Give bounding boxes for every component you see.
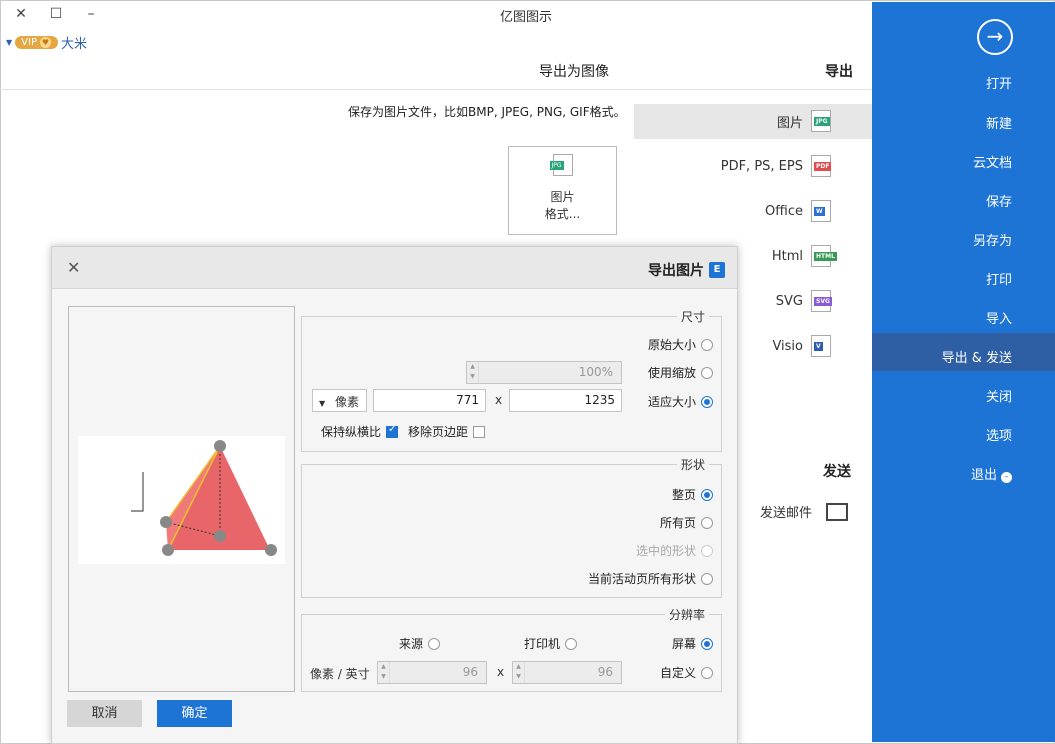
size-fit-option[interactable]: 适应大小 bbox=[648, 393, 713, 410]
dialog-title: E 导出图片 bbox=[648, 260, 725, 280]
maximize-window-icon[interactable]: ☐ bbox=[46, 4, 66, 24]
export-preview bbox=[68, 306, 295, 692]
sidebar-item-new[interactable]: 新建 bbox=[986, 113, 1012, 132]
export-heading: 导出 bbox=[825, 64, 853, 80]
keep-ratio-option[interactable]: 保持纵横比 bbox=[321, 423, 398, 440]
radio-source[interactable] bbox=[428, 637, 440, 650]
export-description: 保存为图片文件，比如BMP, JPEG, PNG, GIF格式。 bbox=[348, 105, 626, 119]
backstage-sidebar: → 打开 新建 云文档 保存 另存为 打印 导入 导出 & 发送 关闭 选项 退… bbox=[872, 2, 1055, 742]
radio-all-pages[interactable] bbox=[701, 516, 713, 529]
dropdown-icon[interactable]: ▼ bbox=[6, 38, 12, 47]
radio-zoom[interactable] bbox=[701, 366, 713, 379]
sidebar-item-print[interactable]: 打印 bbox=[986, 269, 1012, 288]
sidebar-item-export-send[interactable]: 导出 & 发送 bbox=[942, 347, 1012, 366]
dpi-unit-label: 像素 / 英寸 bbox=[310, 667, 370, 681]
keep-ratio-checkbox[interactable] bbox=[386, 424, 398, 438]
jpg-file-icon: JPG bbox=[811, 110, 831, 132]
html-file-icon: HTML bbox=[811, 245, 837, 267]
sidebar-item-options[interactable]: 选项 bbox=[986, 425, 1012, 444]
sidebar-item-save-as[interactable]: 另存为 bbox=[973, 230, 1012, 249]
user-name[interactable]: 大米 bbox=[61, 33, 87, 52]
width-input[interactable]: 1235 bbox=[509, 389, 622, 412]
format-item-svg[interactable]: SVG SVG bbox=[776, 290, 832, 312]
sidebar-item-close[interactable]: 关闭 bbox=[986, 386, 1012, 405]
size-original-option[interactable]: 原始大小 bbox=[648, 336, 713, 353]
format-item-visio[interactable]: V Visio bbox=[772, 335, 831, 357]
remove-margin-option[interactable]: 移除页边距 bbox=[408, 423, 485, 440]
send-mail-item[interactable]: 发送邮件 bbox=[760, 502, 849, 521]
zoom-field: ▲ ▼ 100% bbox=[466, 361, 622, 384]
shape-all-pages-option[interactable]: 所有页 bbox=[660, 514, 713, 531]
shape-current-page-option[interactable]: 当前活动页所有形状 bbox=[588, 570, 713, 587]
cancel-button[interactable]: 取消 bbox=[67, 700, 142, 727]
image-format-button[interactable]: JPG 图片 格式... bbox=[508, 146, 617, 235]
save-as-image-heading: 导出为图像 bbox=[539, 64, 609, 80]
vip-heart-icon: ♥ bbox=[39, 37, 51, 48]
format-item-html[interactable]: HTML Html bbox=[772, 245, 837, 267]
user-account[interactable]: ▼ VIP ♥ 大米 bbox=[6, 33, 87, 52]
back-arrow-icon[interactable]: → bbox=[977, 19, 1013, 55]
shape-group: 形状 整页 所有页 选中的形状 当前活动页所有形状 bbox=[301, 456, 722, 598]
radio-screen[interactable] bbox=[701, 637, 713, 650]
sidebar-item-cloud[interactable]: 云文档 bbox=[973, 152, 1012, 171]
sidebar-item-exit[interactable]: 退出 – bbox=[971, 464, 1012, 483]
app-logo-icon: E bbox=[709, 262, 725, 278]
ok-button[interactable]: 确定 bbox=[157, 700, 232, 727]
format-item-pdf[interactable]: PDF PDF, PS, EPS bbox=[721, 155, 832, 177]
resolution-custom-option[interactable]: 自定义 bbox=[660, 664, 713, 681]
visio-file-icon: V bbox=[811, 335, 831, 357]
sidebar-item-open[interactable]: 打开 bbox=[986, 73, 1012, 92]
format-item-selected-bg bbox=[634, 104, 872, 139]
radio-current-page[interactable] bbox=[701, 572, 713, 585]
mail-icon bbox=[826, 502, 849, 521]
shape-selected-option[interactable]: 选中的形状 bbox=[636, 542, 713, 559]
shape-group-title: 形状 bbox=[676, 456, 709, 473]
remove-margin-checkbox[interactable] bbox=[473, 425, 485, 438]
size-group: 尺寸 原始大小 使用缩放 ▲ ▼ 100% 适应大小 1235 x 771 ▼ 像素… bbox=[301, 308, 722, 452]
radio-original[interactable] bbox=[701, 338, 713, 351]
vip-badge[interactable]: VIP ♥ bbox=[15, 36, 58, 49]
unit-select[interactable]: ▼ 像素 bbox=[312, 389, 367, 412]
exit-icon: – bbox=[1001, 472, 1012, 483]
dpi-x-label: x bbox=[497, 665, 505, 679]
jpg-file-icon: JPG bbox=[549, 154, 573, 176]
radio-printer[interactable] bbox=[565, 637, 577, 650]
word-file-icon: W bbox=[811, 200, 831, 222]
size-group-title: 尺寸 bbox=[676, 308, 709, 325]
size-x-label: x bbox=[495, 393, 503, 407]
app-title: 亿图图示 bbox=[500, 10, 553, 25]
pyramid-diagram bbox=[131, 440, 277, 556]
size-zoom-option[interactable]: 使用缩放 bbox=[648, 364, 713, 381]
dialog-header: E 导出图片 ✕ bbox=[52, 247, 737, 289]
resolution-source-option[interactable]: 来源 bbox=[399, 635, 440, 652]
export-image-dialog: E 导出图片 ✕ 尺寸 原始大小 使用缩放 ▲ ▼ 100% 适应大小 1235… bbox=[51, 246, 738, 744]
height-input[interactable]: 771 bbox=[373, 389, 486, 412]
resolution-printer-option[interactable]: 打印机 bbox=[524, 635, 577, 652]
resolution-group: 分辨率 屏幕 打印机 来源 自定义 ▲ ▼ 96 x ▲ ▼ 96 像素 / 英寸 bbox=[301, 606, 722, 692]
resolution-screen-option[interactable]: 屏幕 bbox=[672, 635, 713, 652]
close-icon[interactable]: ✕ bbox=[67, 258, 80, 277]
resolution-group-title: 分辨率 bbox=[664, 606, 709, 623]
svg-file-icon: SVG bbox=[811, 290, 832, 312]
chevron-down-icon: ▼ bbox=[319, 399, 326, 408]
radio-fit[interactable] bbox=[701, 395, 713, 408]
dpi-x-field: ▲ ▼ 96 bbox=[512, 661, 622, 684]
radio-custom[interactable] bbox=[701, 666, 713, 679]
preview-canvas bbox=[78, 436, 285, 564]
divider bbox=[2, 89, 872, 90]
format-item-image[interactable]: JPG 图片 bbox=[777, 110, 831, 132]
radio-whole-page[interactable] bbox=[701, 488, 713, 501]
shape-whole-page-option[interactable]: 整页 bbox=[672, 486, 713, 503]
close-window-icon[interactable]: ✕ bbox=[11, 4, 31, 24]
radio-selected-shapes[interactable] bbox=[701, 544, 713, 557]
format-item-office[interactable]: W Office bbox=[765, 200, 831, 222]
pdf-file-icon: PDF bbox=[811, 155, 832, 177]
send-heading: 发送 bbox=[823, 464, 851, 480]
minimize-window-icon[interactable]: – bbox=[81, 4, 101, 24]
sidebar-item-import[interactable]: 导入 bbox=[986, 308, 1012, 327]
dpi-y-field: ▲ ▼ 96 bbox=[377, 661, 487, 684]
sidebar-item-save[interactable]: 保存 bbox=[986, 191, 1012, 210]
